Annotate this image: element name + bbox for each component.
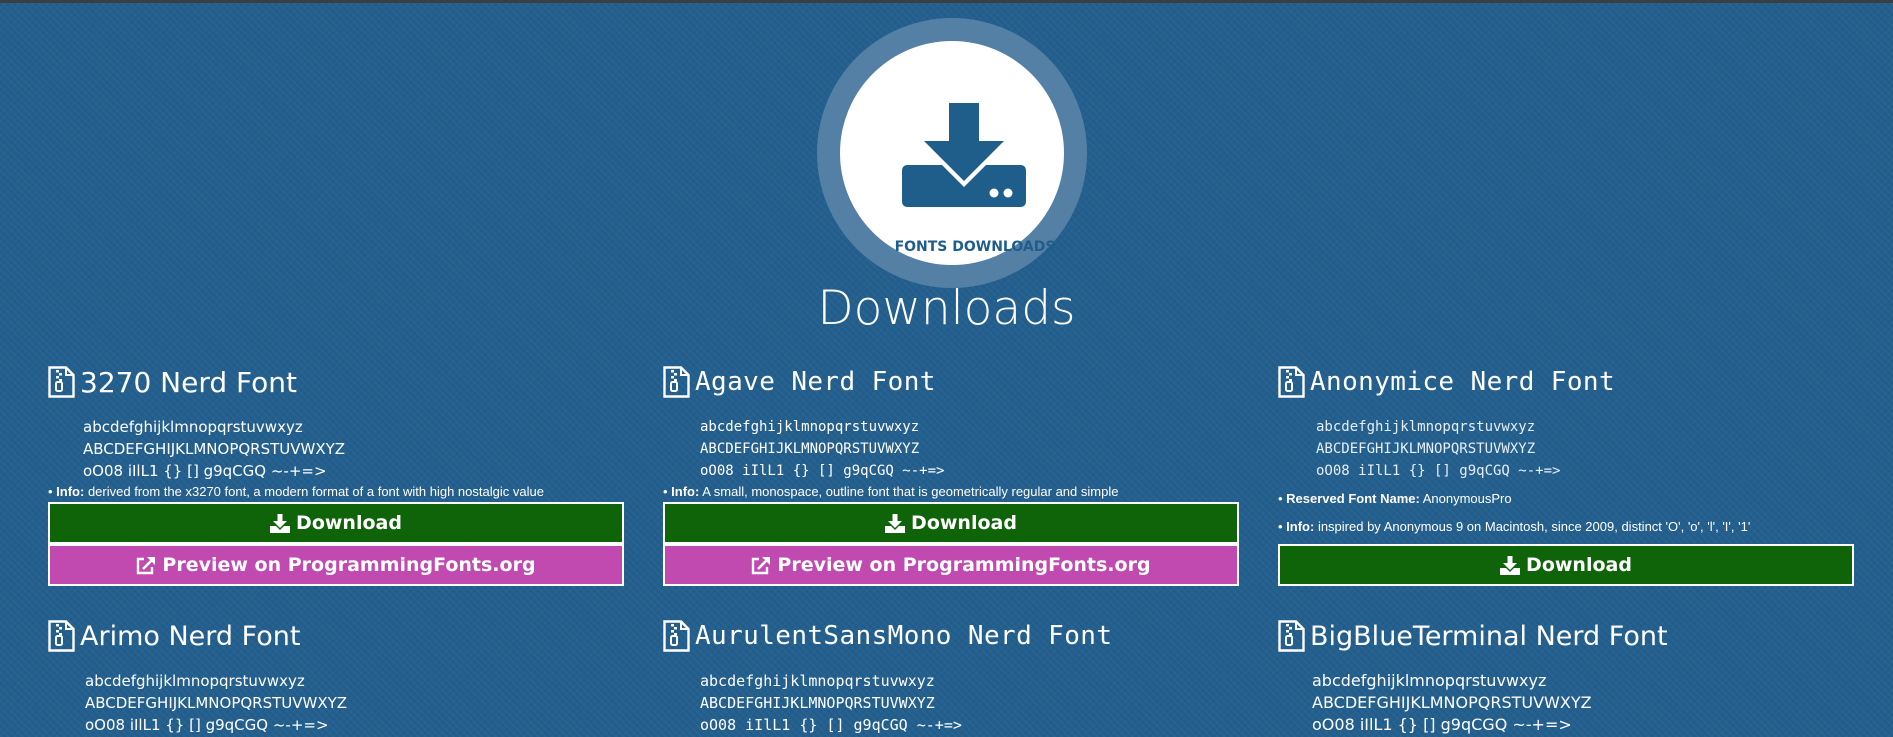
font-sample: abcdefghijklmnopqrstuvwxyz ABCDEFGHIJKLM… <box>1316 416 1560 482</box>
logo-caption: FONTS DOWNLOADS <box>894 239 1056 255</box>
card-header: Arimo Nerd Font <box>48 618 300 654</box>
download-icon <box>1500 555 1521 575</box>
sample-lowercase: abcdefghijklmnopqrstuvwxyz <box>85 672 305 690</box>
font-info: • Info: inspired by Anonymous 9 on Macin… <box>1278 519 1751 534</box>
card-header: AurulentSansMono Nerd Font <box>663 618 1112 654</box>
card-header: Agave Nerd Font <box>663 364 936 400</box>
font-title: AurulentSansMono Nerd Font <box>695 621 1113 651</box>
font-sample: abcdefghijklmnopqrstuvwxyz ABCDEFGHIJKLM… <box>83 416 345 482</box>
logo-disc: FONTS DOWNLOADS <box>840 41 1064 265</box>
info-label: Info: <box>671 484 700 499</box>
card-header: BigBlueTerminal Nerd Font <box>1278 618 1668 654</box>
download-tray-icon <box>902 103 1026 207</box>
font-reserved-name: • Reserved Font Name: AnonymousPro <box>1278 491 1512 506</box>
font-sample: abcdefghijklmnopqrstuvwxyz ABCDEFGHIJKLM… <box>1312 670 1592 736</box>
file-zip-icon <box>48 366 75 398</box>
preview-label: Preview on ProgrammingFonts.org <box>162 554 536 576</box>
sample-lowercase: abcdefghijklmnopqrstuvwxyz <box>1316 419 1536 435</box>
sample-uppercase: ABCDEFGHIJKLMNOPQRSTUVWXYZ <box>700 694 935 712</box>
info-text: inspired by Anonymous 9 on Macintosh, si… <box>1314 519 1751 534</box>
font-sample: abcdefghijklmnopqrstuvwxyz ABCDEFGHIJKLM… <box>85 670 347 736</box>
sample-uppercase: ABCDEFGHIJKLMNOPQRSTUVWXYZ <box>700 441 920 457</box>
sample-lowercase: abcdefghijklmnopqrstuvwxyz <box>83 418 303 436</box>
sample-symbols: oO08 iIlL1 {} [] g9qCGQ ~-+=> <box>700 463 945 479</box>
font-title: Agave Nerd Font <box>695 367 936 397</box>
external-link-icon <box>752 556 771 574</box>
download-button[interactable]: Download <box>1278 544 1854 586</box>
font-info: • Info: derived from the x3270 font, a m… <box>48 484 544 499</box>
sample-lowercase: abcdefghijklmnopqrstuvwxyz <box>700 419 920 435</box>
font-title: BigBlueTerminal Nerd Font <box>1310 620 1668 652</box>
font-title: 3270 Nerd Font <box>80 365 297 399</box>
external-link-icon <box>137 556 156 574</box>
sample-uppercase: ABCDEFGHIJKLMNOPQRSTUVWXYZ <box>1316 441 1536 457</box>
page-title: Downloads <box>817 281 1076 336</box>
sample-uppercase: ABCDEFGHIJKLMNOPQRSTUVWXYZ <box>83 440 346 458</box>
download-label: Download <box>1526 554 1632 576</box>
fonts-downloads-logo: FONTS DOWNLOADS <box>817 18 1087 288</box>
info-label: Info: <box>1286 519 1315 534</box>
download-label: Download <box>296 512 402 534</box>
file-zip-icon <box>1278 366 1305 398</box>
reserved-text: AnonymousPro <box>1419 491 1512 506</box>
file-zip-icon <box>1278 620 1305 652</box>
sample-uppercase: ABCDEFGHIJKLMNOPQRSTUVWXYZ <box>1312 693 1592 712</box>
top-bar <box>0 0 1893 3</box>
download-button[interactable]: Download <box>48 502 624 544</box>
info-text: A small, monospace, outline font that is… <box>699 484 1119 499</box>
font-sample: abcdefghijklmnopqrstuvwxyz ABCDEFGHIJKLM… <box>700 670 962 736</box>
preview-button[interactable]: Preview on ProgrammingFonts.org <box>48 544 624 586</box>
file-zip-icon <box>663 620 690 652</box>
file-zip-icon <box>48 620 75 652</box>
sample-uppercase: ABCDEFGHIJKLMNOPQRSTUVWXYZ <box>85 694 348 712</box>
font-info: • Info: A small, monospace, outline font… <box>663 484 1119 499</box>
card-header: 3270 Nerd Font <box>48 364 297 400</box>
info-label: Info: <box>56 484 85 499</box>
file-zip-icon <box>663 366 690 398</box>
font-title: Anonymice Nerd Font <box>1310 367 1616 397</box>
sample-symbols: oO08 iIlL1 {} [] g9qCGQ ~-+=> <box>83 462 327 480</box>
card-header: Anonymice Nerd Font <box>1278 364 1615 400</box>
sample-lowercase: abcdefghijklmnopqrstuvwxyz <box>700 672 935 690</box>
sample-symbols: oO08 iIlL1 {} [] g9qCGQ ~-+=> <box>700 716 962 734</box>
sample-symbols: oO08 iIlL1 {} [] g9qCGQ ~-+=> <box>85 716 329 734</box>
sample-lowercase: abcdefghijklmnopqrstuvwxyz <box>1312 671 1547 690</box>
download-icon <box>270 513 291 533</box>
info-text: derived from the x3270 font, a modern fo… <box>84 484 544 499</box>
font-sample: abcdefghijklmnopqrstuvwxyz ABCDEFGHIJKLM… <box>700 416 944 482</box>
download-label: Download <box>911 512 1017 534</box>
sample-symbols: oO08 iIlL1 {} [] g9qCGQ ~-+=> <box>1316 463 1561 479</box>
reserved-label: Reserved Font Name: <box>1286 491 1420 506</box>
download-button[interactable]: Download <box>663 502 1239 544</box>
font-title: Arimo Nerd Font <box>80 620 301 652</box>
preview-label: Preview on ProgrammingFonts.org <box>777 554 1151 576</box>
download-icon <box>885 513 906 533</box>
sample-symbols: oO08 iIlL1 {} [] g9qCGQ ~-+=> <box>1312 715 1572 734</box>
preview-button[interactable]: Preview on ProgrammingFonts.org <box>663 544 1239 586</box>
